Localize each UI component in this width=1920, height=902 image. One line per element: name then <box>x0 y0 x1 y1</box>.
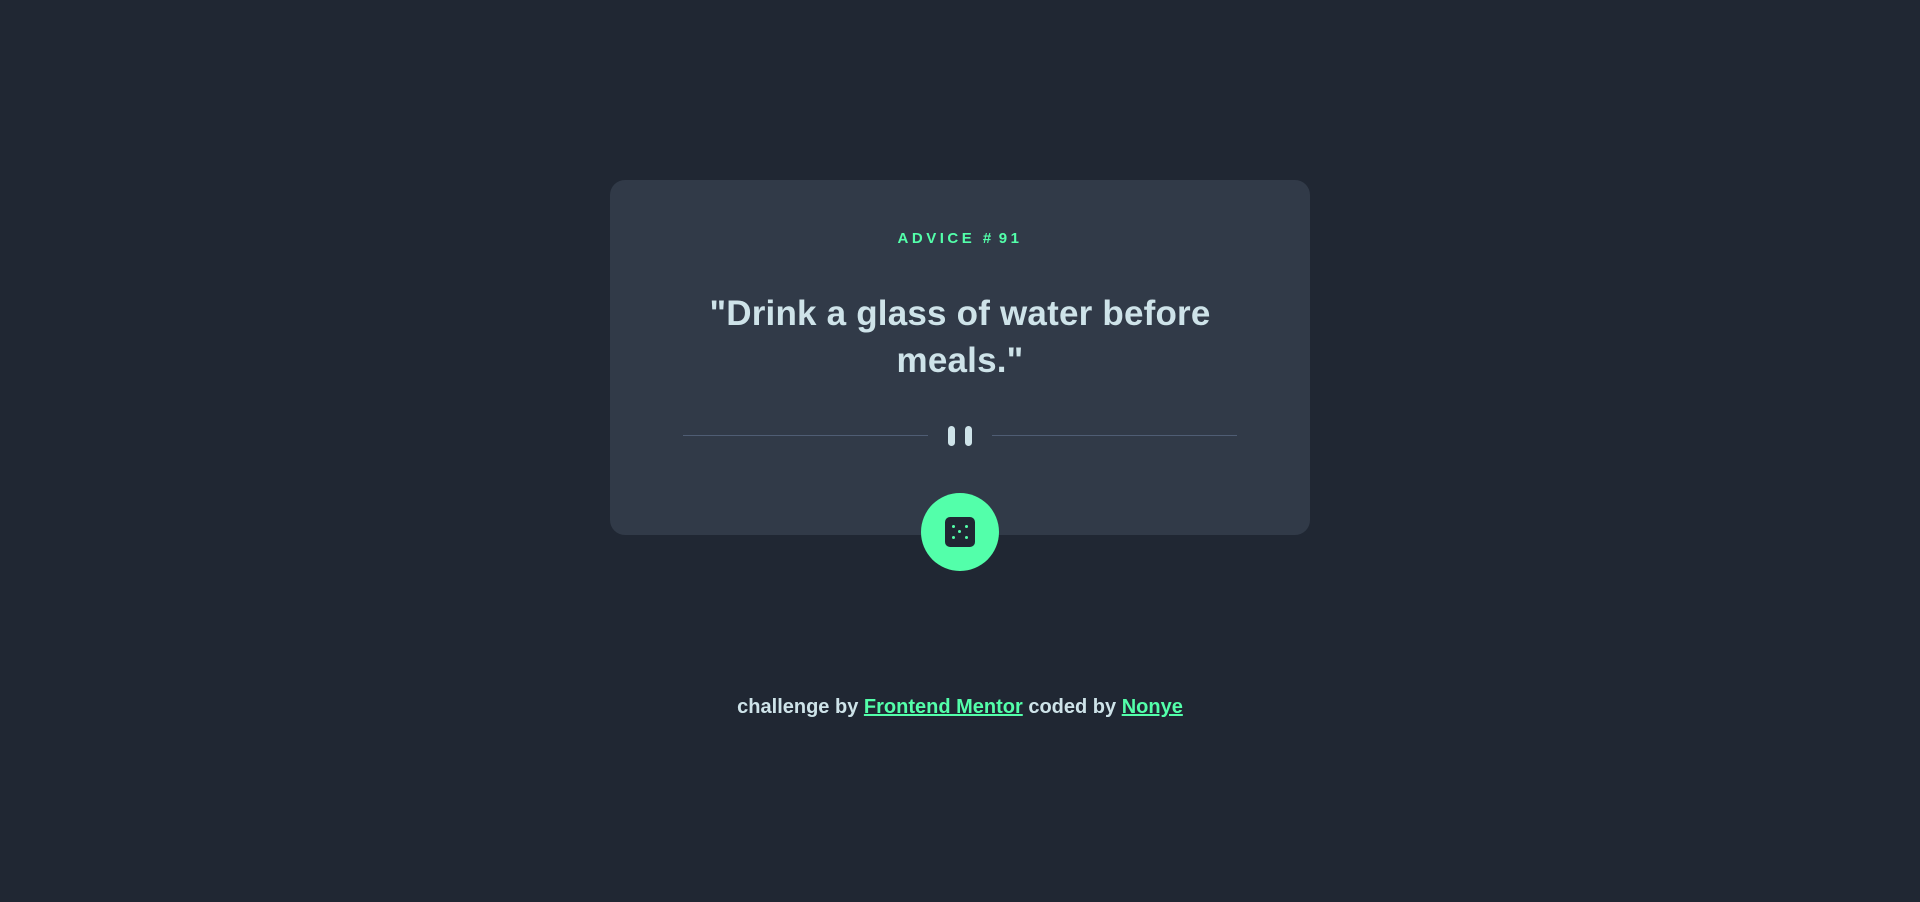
advice-quote: "Drink a glass of water before meals." <box>709 294 1211 380</box>
advice-hash: # <box>982 230 995 247</box>
attribution-middle: coded by <box>1028 696 1117 718</box>
divider-line-right <box>992 435 1237 436</box>
attribution-prefix: challenge by <box>737 696 859 718</box>
dice-icon <box>945 517 975 547</box>
new-advice-button[interactable] <box>921 493 999 571</box>
attribution: challenge by Frontend Mentor coded by No… <box>0 696 1920 719</box>
pattern-divider <box>683 425 1237 447</box>
author-link[interactable]: Nonye <box>1122 696 1183 718</box>
pause-icon <box>946 425 974 447</box>
advice-number: 91 <box>998 230 1023 247</box>
advice-card: ADVICE #91 "Drink a glass of water befor… <box>610 180 1310 535</box>
frontend-mentor-link[interactable]: Frontend Mentor <box>864 696 1023 718</box>
advice-id-label: ADVICE #91 <box>610 230 1310 247</box>
divider-line-left <box>683 435 928 436</box>
advice-label: ADVICE <box>897 230 976 247</box>
